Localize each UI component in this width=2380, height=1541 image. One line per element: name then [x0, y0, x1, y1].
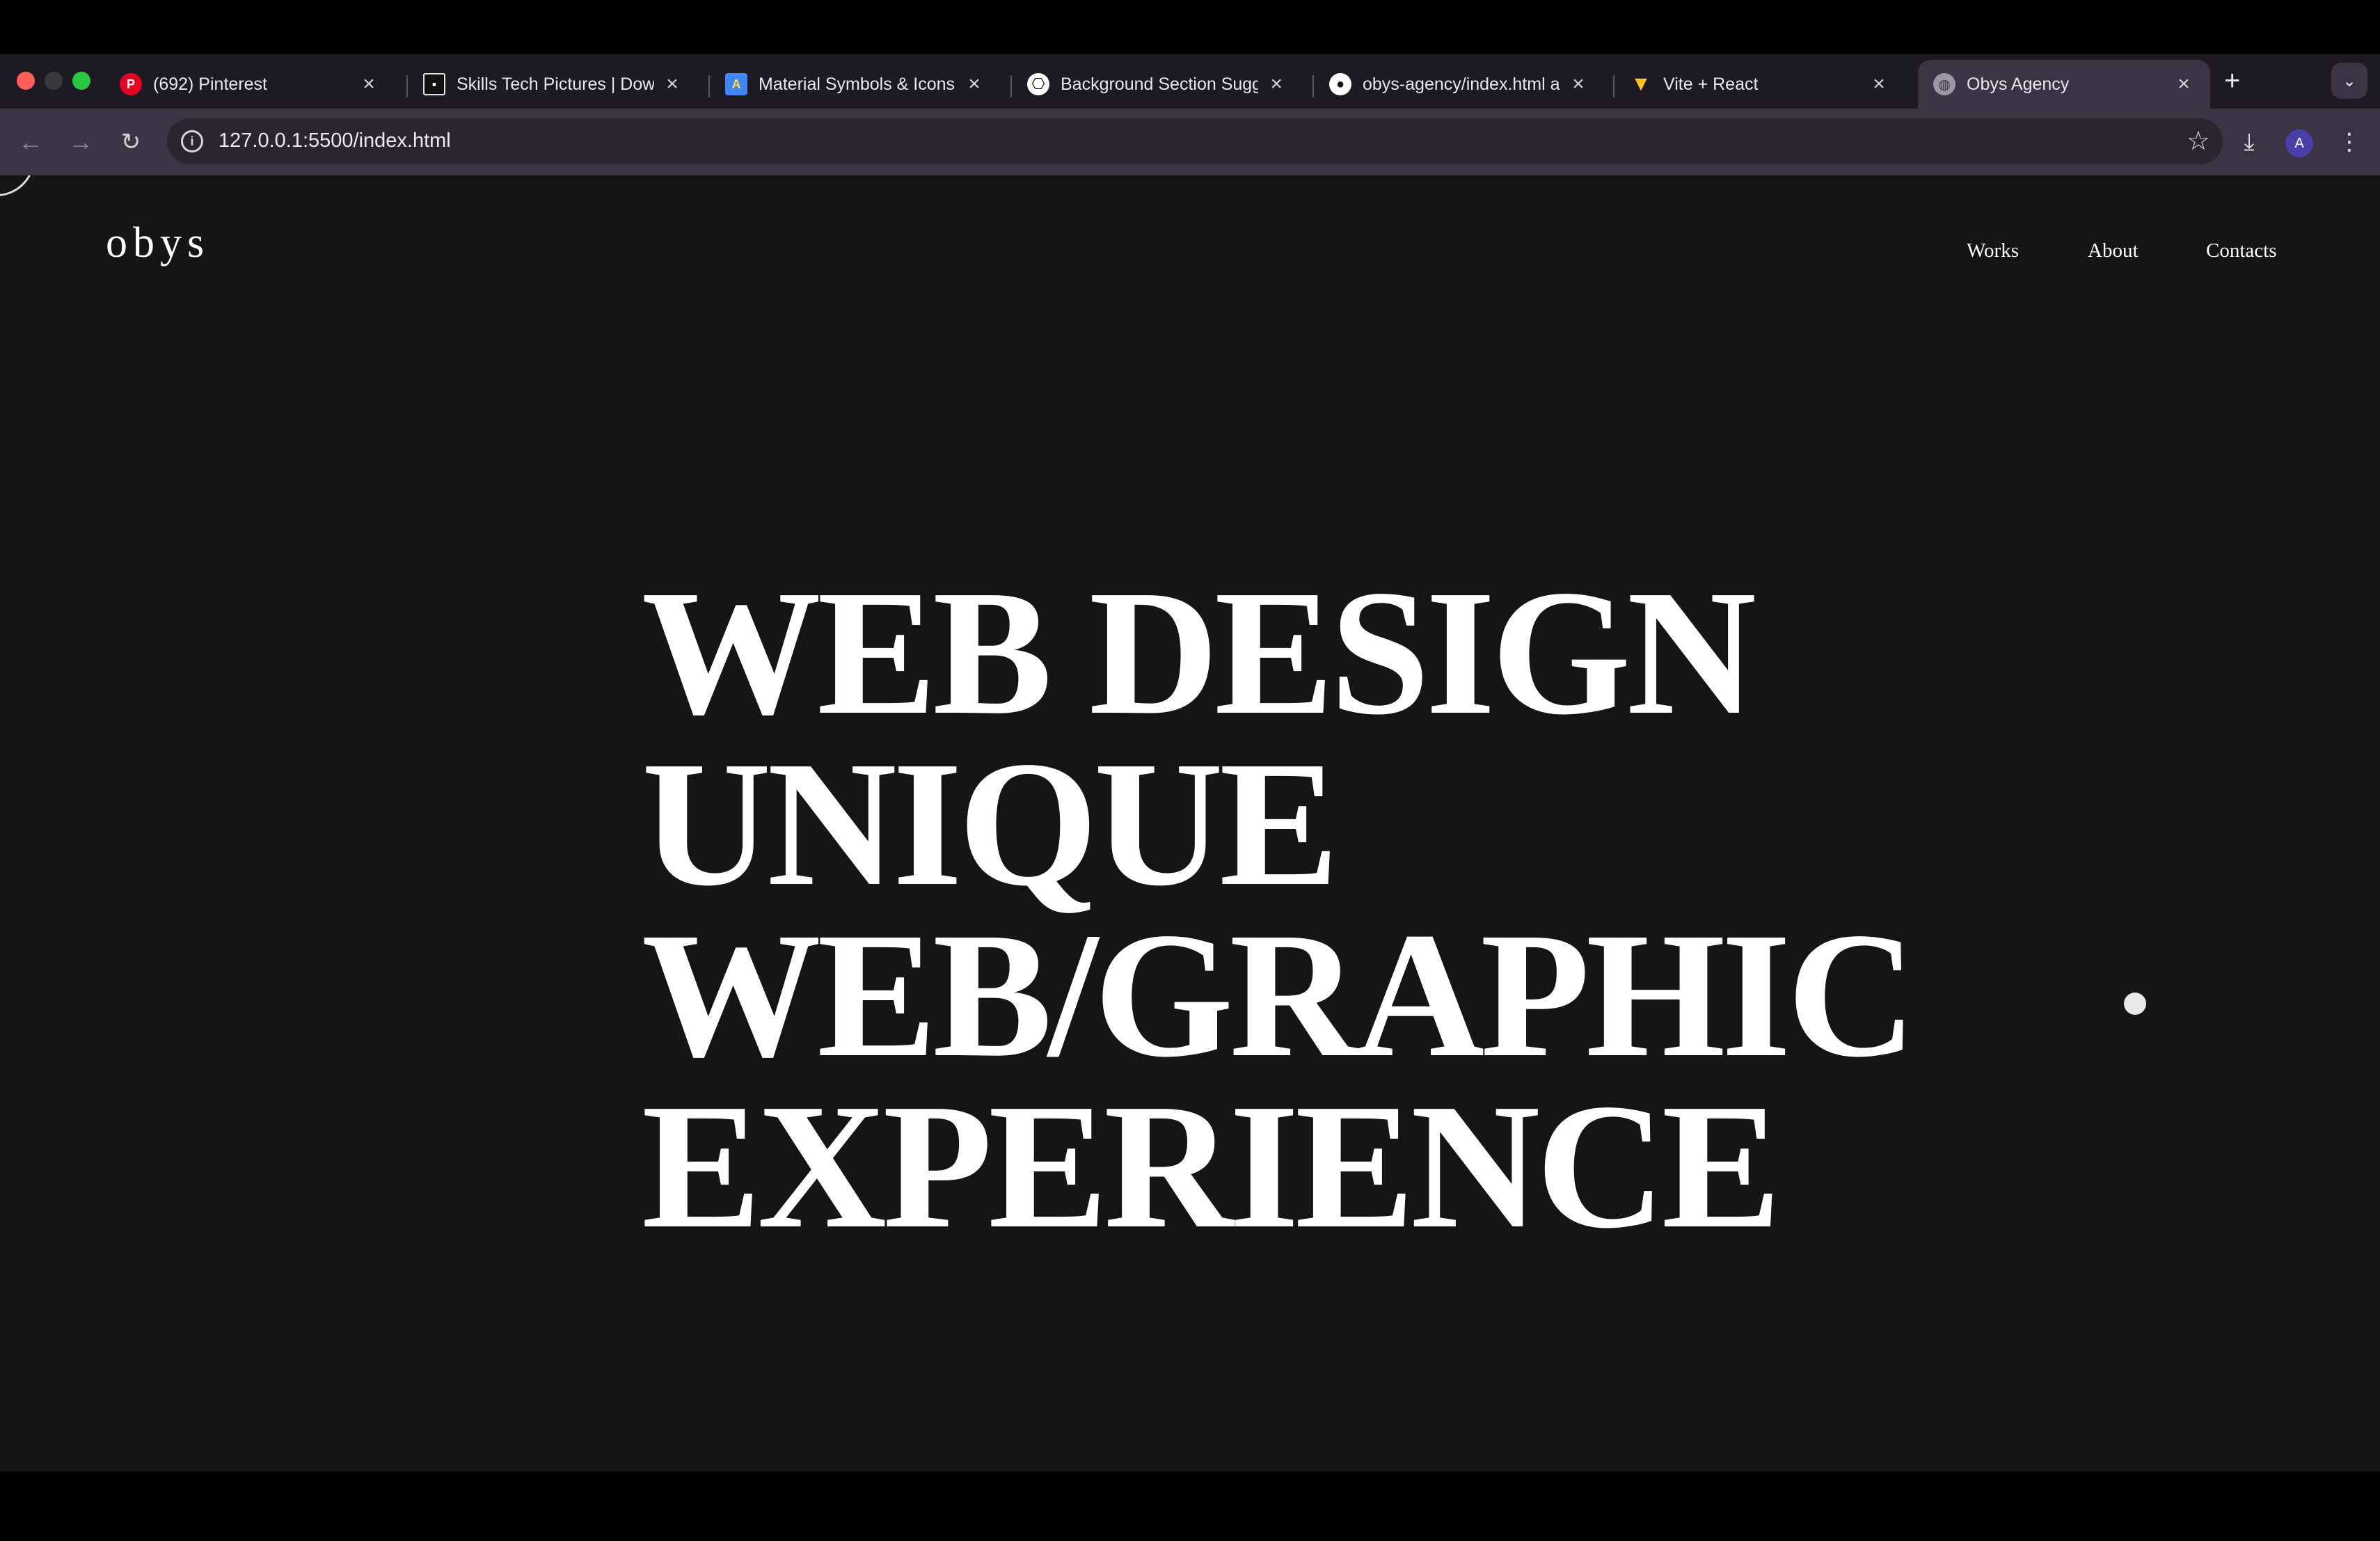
nav-link-contacts[interactable]: Contacts — [2206, 239, 2277, 262]
tab-skills-tech-pictures[interactable]: ▪ Skills Tech Pictures | Dow × — [408, 60, 699, 109]
more-menu-icon[interactable]: ⋮ — [2330, 123, 2369, 161]
close-icon[interactable]: × — [359, 72, 379, 96]
tab-title: obys-agency/index.html a — [1363, 74, 1560, 94]
cursor-dot — [2124, 993, 2146, 1015]
site-logo[interactable]: obys — [106, 219, 209, 268]
site-info-icon[interactable]: i — [181, 130, 203, 152]
back-button[interactable]: ← — [13, 124, 49, 160]
tab-pinterest[interactable]: P (692) Pinterest × — [104, 60, 395, 109]
pinterest-icon: P — [120, 73, 142, 95]
hero-line: WEB/GRAPHIC — [642, 895, 1917, 1094]
tab-obys-agency-github[interactable]: ● obys-agency/index.html a × — [1314, 60, 1605, 109]
nav-link-works[interactable]: Works — [1967, 239, 2019, 262]
arrow-left-icon: ← — [18, 127, 43, 156]
hero-line: EXPERIENCE — [642, 1066, 1782, 1265]
tab-title: Background Section Sugg — [1061, 74, 1259, 94]
hero-line: WEB DESIGN — [642, 553, 1756, 752]
hero-heading: WEB DESIGN UNIQUE WEB/GRAPHIC EXPERIENCE — [642, 553, 1917, 1265]
close-icon[interactable]: × — [2174, 72, 2193, 96]
reload-icon: ↻ — [120, 129, 141, 155]
forward-button[interactable]: → — [63, 124, 99, 160]
vite-icon: ▼ — [1631, 72, 1651, 95]
unsplash-icon: ▪ — [423, 73, 445, 95]
close-window-button[interactable] — [17, 72, 35, 90]
browser-tab-strip: P (692) Pinterest × ▪ Skills Tech Pictur… — [0, 54, 2380, 109]
hero-line: UNIQUE — [642, 724, 1339, 923]
tab-background-section[interactable]: ⎔ Background Section Sugg × — [1012, 60, 1303, 109]
globe-icon: ◍ — [1933, 73, 1955, 95]
screen: P (692) Pinterest × ▪ Skills Tech Pictur… — [0, 0, 2380, 1541]
close-icon[interactable]: × — [965, 72, 984, 96]
github-icon: ● — [1329, 73, 1351, 95]
nav-link-about[interactable]: About — [2088, 239, 2139, 262]
close-icon[interactable]: × — [1869, 72, 1889, 96]
close-icon[interactable]: × — [1267, 72, 1286, 96]
minimize-window-button[interactable] — [45, 72, 63, 90]
chatgpt-icon: ⎔ — [1027, 73, 1049, 95]
avatar[interactable]: A — [2285, 129, 2313, 157]
tab-title: Obys Agency — [1967, 74, 2070, 94]
tab-title: Vite + React — [1663, 74, 1759, 94]
tab-material-symbols[interactable]: A Material Symbols & Icons × — [710, 60, 1001, 109]
tab-vite-react[interactable]: ▼ Vite + React × — [1615, 60, 1905, 109]
address-bar[interactable]: i 127.0.0.1:5500/index.html ☆ — [167, 118, 2223, 164]
cursor-follower-ring — [0, 175, 35, 196]
arrow-right-icon: → — [68, 127, 93, 156]
reload-button[interactable]: ↻ — [113, 124, 149, 160]
download-icon[interactable]: ⤓ — [2230, 123, 2269, 161]
tab-title: Material Symbols & Icons — [759, 74, 955, 94]
google-fonts-icon: A — [725, 73, 747, 95]
close-icon[interactable]: × — [1569, 72, 1588, 96]
tab-title: (692) Pinterest — [153, 74, 267, 94]
bookmark-star-icon[interactable]: ☆ — [2187, 125, 2210, 157]
tab-search-button[interactable]: ⌄ — [2331, 63, 2367, 99]
close-icon[interactable]: × — [663, 72, 682, 96]
tab-obys-agency[interactable]: ◍ Obys Agency × — [1918, 60, 2210, 109]
browser-toolbar: ← → ↻ i 127.0.0.1:5500/index.html ☆ ⤓ A … — [0, 109, 2380, 175]
maximize-window-button[interactable] — [72, 72, 90, 90]
tab-title: Skills Tech Pictures | Dow — [457, 74, 655, 94]
new-tab-button[interactable]: + — [2224, 64, 2240, 97]
web-page: obys Works About Contacts WEB DESIGN UNI… — [0, 175, 2380, 1471]
address-url[interactable]: 127.0.0.1:5500/index.html — [219, 129, 451, 152]
